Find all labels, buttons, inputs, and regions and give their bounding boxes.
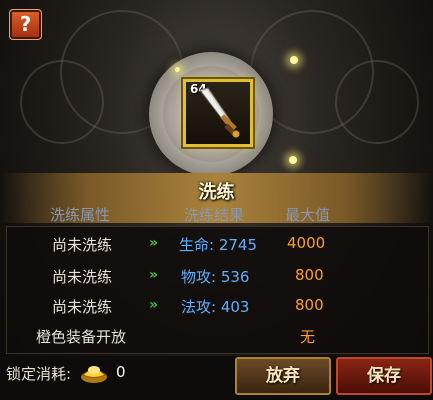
item-slot[interactable]: 64 [183, 79, 253, 147]
row-max: 800 [295, 296, 324, 314]
row-attr: 法攻: 403 [181, 298, 250, 316]
lock-cost-label: 锁定消耗: [6, 365, 72, 383]
row-max: 4000 [287, 234, 326, 252]
save-button[interactable]: 保存 [336, 357, 432, 395]
row-attr: 物攻: 536 [181, 268, 250, 286]
sparkle-top-left [175, 67, 180, 72]
orange-equipment-label: 橙色装备开放 [36, 328, 127, 346]
arrow-icon: » [149, 297, 159, 313]
row-max: 800 [295, 266, 324, 284]
header-result: 洗练结果 [184, 206, 245, 224]
header-max: 最大值 [285, 206, 331, 224]
row-attr: 生命: 2745 [179, 236, 258, 254]
lock-cost-value: 0 [116, 363, 126, 381]
help-button[interactable]: ? [9, 9, 42, 40]
arrow-icon: » [149, 235, 159, 251]
decor-swirl-far-right [335, 60, 419, 144]
arrow-icon: » [149, 267, 159, 283]
panel-title: 洗练 [198, 182, 235, 203]
sparkle-bottom-right [289, 156, 297, 164]
header-attribute: 洗练属性 [50, 206, 111, 224]
sword-icon [199, 87, 240, 138]
gold-ingot-icon [81, 366, 107, 383]
orange-equipment-value: 无 [300, 328, 316, 346]
row-status: 尚未洗练 [52, 298, 113, 316]
row-status: 尚未洗练 [52, 236, 113, 254]
refine-window: ? 64 洗练 洗练属性 洗练结果 最大值 尚未洗练 » 生命: 2745 40… [0, 0, 433, 400]
decor-swirl-far-left [20, 60, 104, 144]
sparkle-top-right [290, 56, 298, 64]
row-status: 尚未洗练 [52, 268, 113, 286]
abandon-button[interactable]: 放弃 [235, 357, 331, 395]
